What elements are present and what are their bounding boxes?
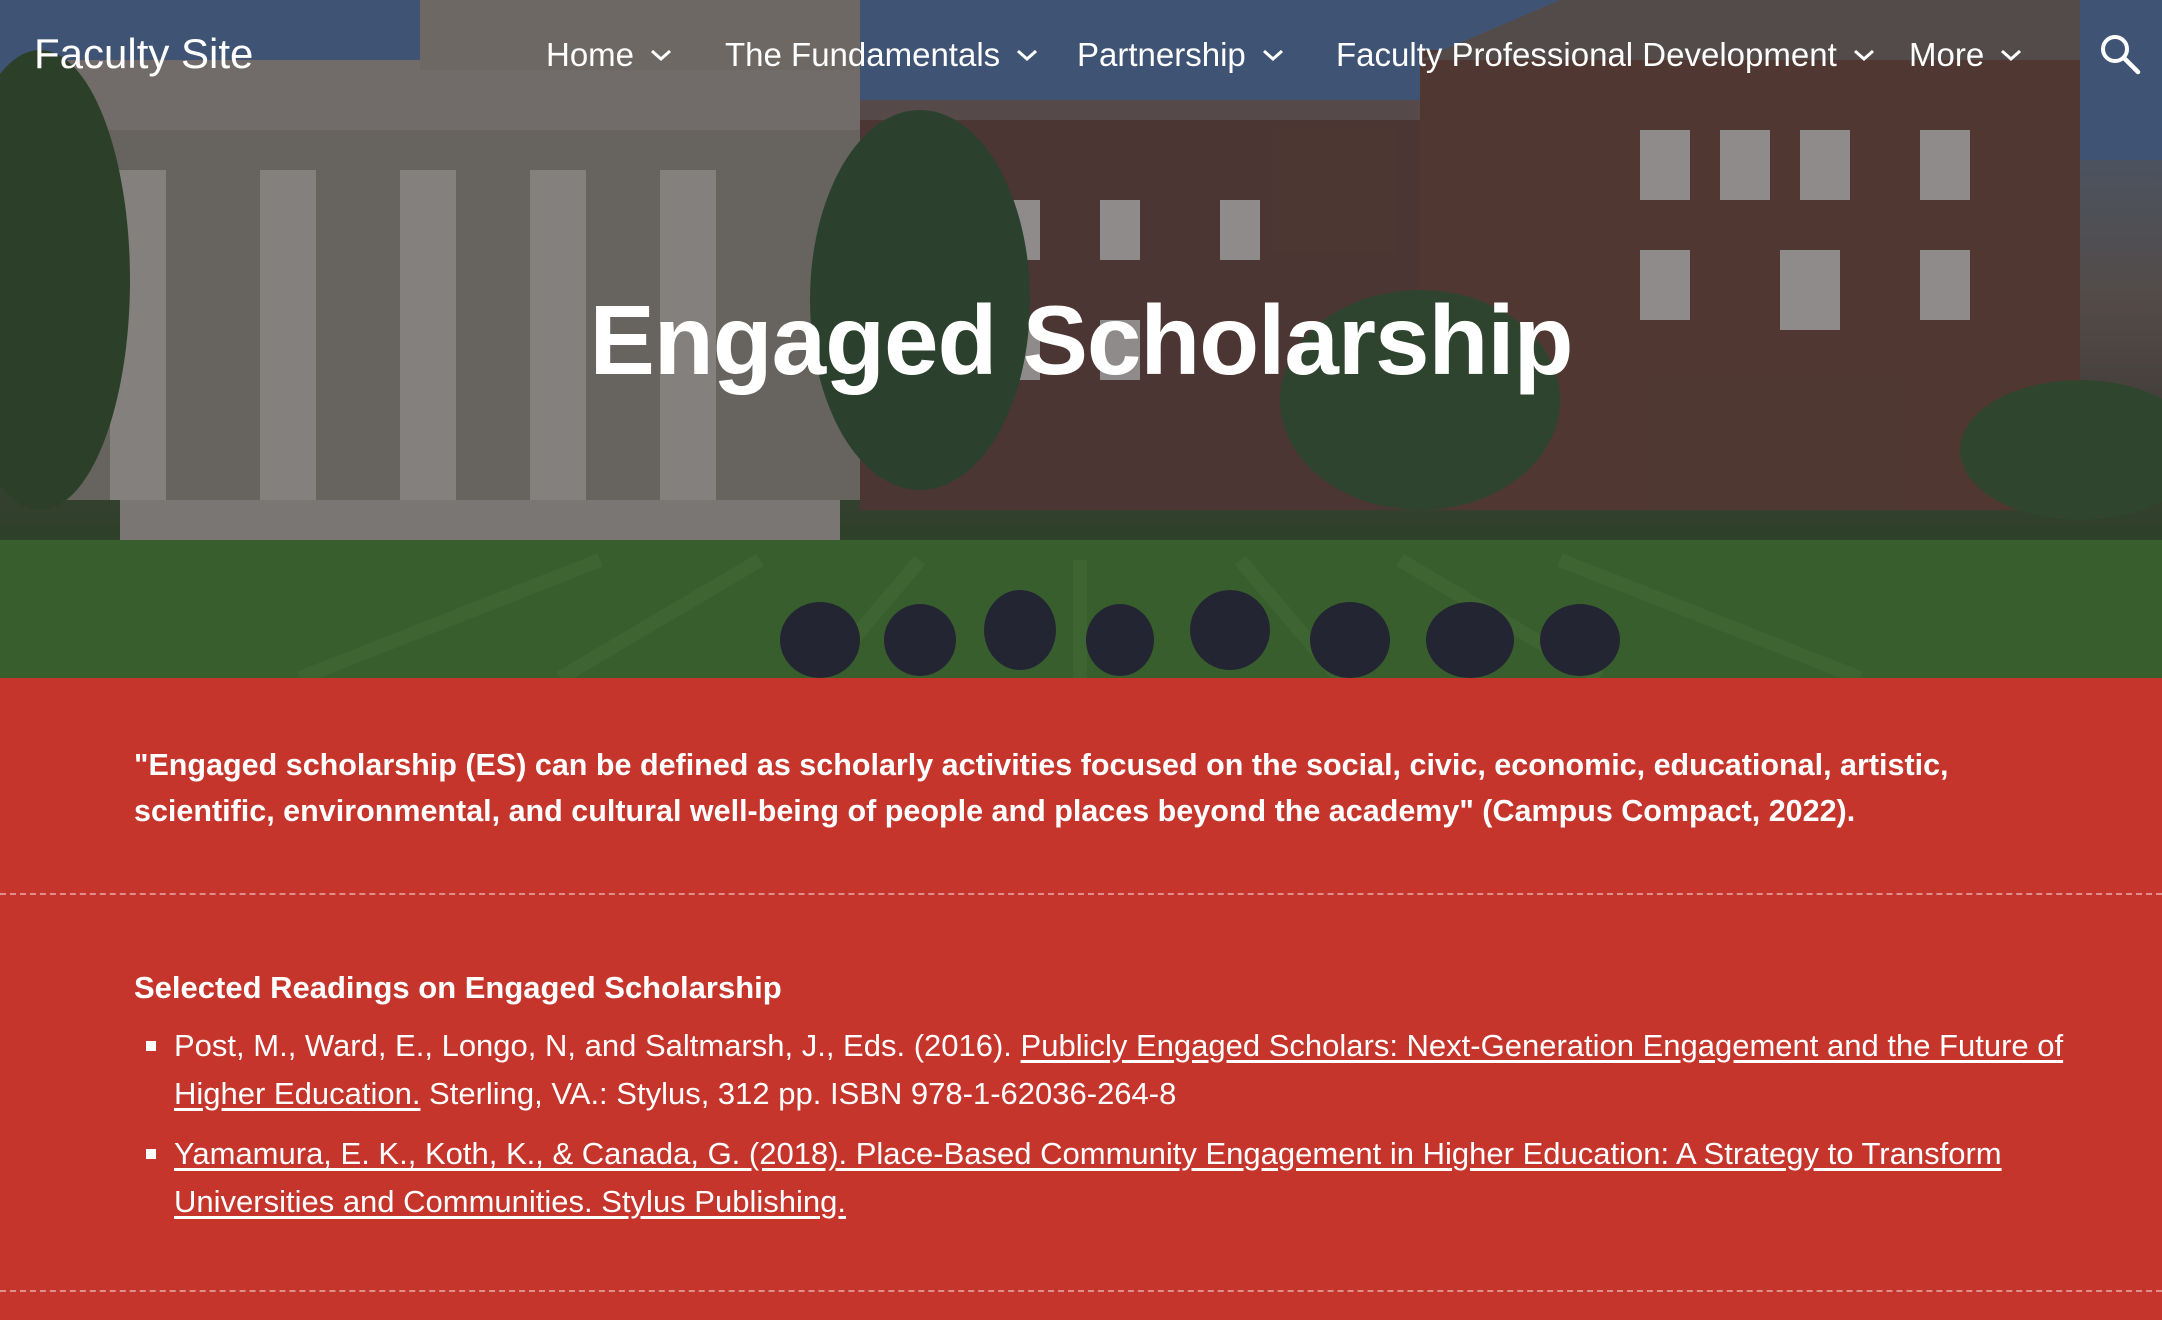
page-title: Engaged Scholarship [589, 285, 1574, 395]
top-navigation: Faculty Site Home The Fundamentals Partn… [0, 0, 2162, 110]
chevron-down-icon [1853, 49, 1874, 62]
site-title-link[interactable]: Faculty Site [34, 26, 253, 82]
nav-item-the-fundamentals[interactable]: The Fundamentals [725, 30, 1040, 80]
search-icon[interactable] [2098, 32, 2142, 76]
nav-item-faculty-professional-development[interactable]: Faculty Professional Development [1336, 30, 1877, 80]
nav-item-label: More [1909, 36, 1985, 73]
nav-item-partnership[interactable]: Partnership [1077, 30, 1286, 80]
reference-link[interactable]: Yamamura, E. K., Koth, K., & Canada, G. … [174, 1136, 2002, 1219]
chevron-down-icon [651, 49, 672, 62]
nav-item-label: Partnership [1077, 36, 1246, 73]
nav-item-more[interactable]: More [1909, 30, 2024, 80]
list-item: Yamamura, E. K., Koth, K., & Canada, G. … [134, 1130, 2064, 1226]
chevron-down-icon [2001, 49, 2022, 62]
list-item: Post, M., Ward, E., Longo, N, and Saltma… [134, 1022, 2064, 1118]
nav-item-label: Home [546, 36, 635, 73]
nav-item-label: The Fundamentals [725, 36, 1001, 73]
chevron-down-icon [1262, 49, 1283, 62]
nav-item-home[interactable]: Home [546, 30, 674, 80]
engaged-scholarship-definition: "Engaged scholarship (ES) can be defined… [134, 748, 1949, 828]
readings-list: Post, M., Ward, E., Longo, N, and Saltma… [134, 1022, 2064, 1238]
bullet-icon [146, 1149, 156, 1159]
chevron-down-icon [1017, 49, 1038, 62]
bullet-icon [146, 1041, 156, 1051]
reference-text: Post, M., Ward, E., Longo, N, and Saltma… [174, 1028, 1021, 1063]
section-divider [0, 893, 2162, 895]
readings-heading: Selected Readings on Engaged Scholarship [134, 970, 782, 1005]
section-divider [0, 1290, 2162, 1292]
reference-text: Sterling, VA.: Stylus, 312 pp. ISBN 978-… [420, 1076, 1177, 1111]
nav-item-label: Faculty Professional Development [1336, 36, 1837, 73]
